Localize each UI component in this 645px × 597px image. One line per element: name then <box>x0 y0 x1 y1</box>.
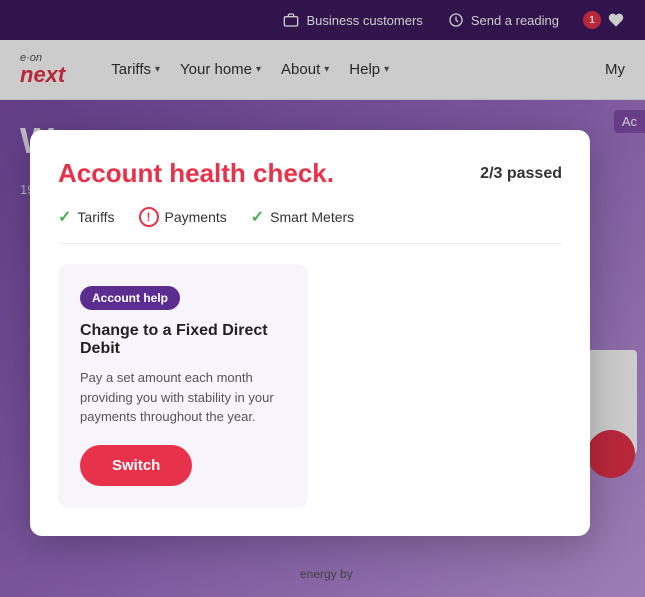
account-help-card: Account help Change to a Fixed Direct De… <box>58 264 308 508</box>
modal-header: Account health check. 2/3 passed <box>58 158 562 189</box>
check-smart-meters: ✓ Smart Meters <box>251 207 354 227</box>
card-badge: Account help <box>80 286 180 310</box>
payments-warn-icon: ! <box>139 207 159 227</box>
health-check-modal: Account health check. 2/3 passed ✓ Tarif… <box>30 130 590 536</box>
check-tariffs: ✓ Tariffs <box>58 207 115 227</box>
tariffs-check-icon: ✓ <box>58 207 71 227</box>
switch-button[interactable]: Switch <box>80 445 192 486</box>
check-smart-meters-label: Smart Meters <box>270 209 354 225</box>
check-tariffs-label: Tariffs <box>77 209 114 225</box>
card-description: Pay a set amount each month providing yo… <box>80 368 286 427</box>
modal-title: Account health check. <box>58 158 334 189</box>
check-payments: ! Payments <box>139 207 227 227</box>
check-payments-label: Payments <box>165 209 227 225</box>
modal-checks: ✓ Tariffs ! Payments ✓ Smart Meters <box>58 207 562 244</box>
modal-passed: 2/3 passed <box>480 165 562 183</box>
card-title: Change to a Fixed Direct Debit <box>80 322 286 358</box>
smart-meters-check-icon: ✓ <box>251 207 264 227</box>
